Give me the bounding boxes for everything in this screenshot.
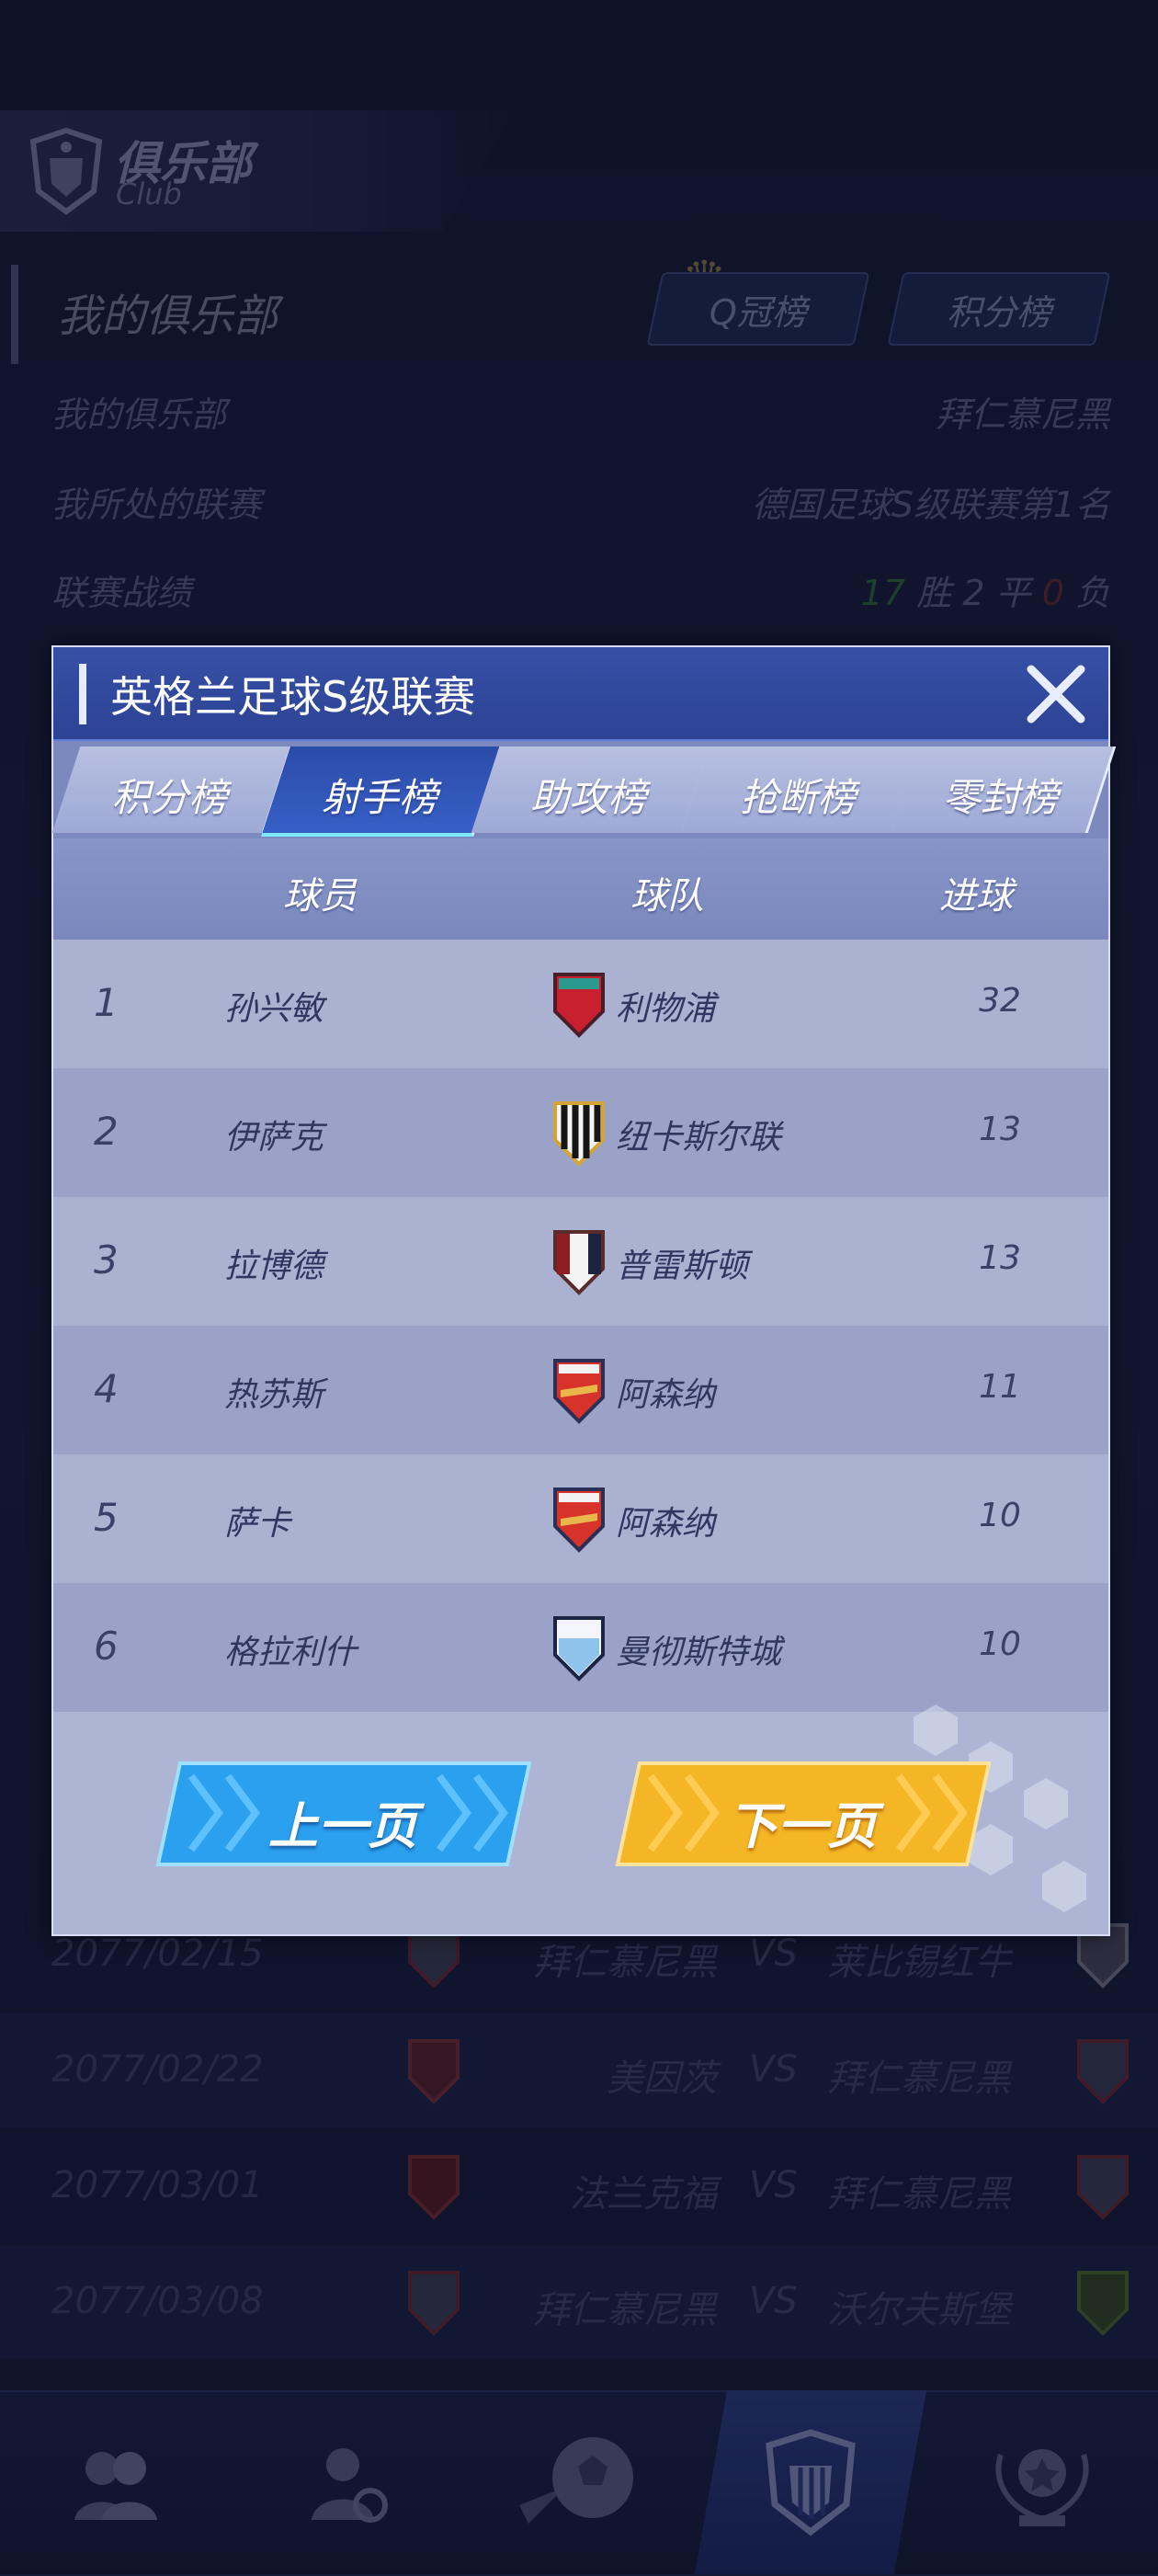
table-row[interactable]: 4 热苏斯 阿森纳 11 (53, 1326, 1108, 1454)
rank: 6 (94, 1624, 119, 1669)
tab-assists[interactable]: 助攻榜 (471, 747, 712, 833)
team-name: 纽卡斯尔联 (616, 1119, 782, 1157)
tab-scorers[interactable]: 射手榜 (261, 747, 503, 837)
close-icon[interactable] (1022, 660, 1090, 728)
table-header: 球员 球队 进球 (53, 838, 1108, 940)
tab-label: 积分榜 (111, 775, 228, 820)
goal-count: 32 (979, 982, 1021, 1020)
player-name: 格拉利什 (224, 1634, 358, 1671)
table-row[interactable]: 2 伊萨克 纽卡斯尔联 13 (53, 1068, 1108, 1197)
arsenal-crest-icon (553, 1487, 605, 1553)
next-page-button[interactable]: 下一页 (614, 1760, 991, 1868)
header-accent (79, 664, 86, 724)
goal-count: 10 (979, 1625, 1021, 1663)
rank: 2 (94, 1109, 119, 1154)
team-name: 阿森纳 (616, 1376, 716, 1414)
modal-header: 英格兰足球S级联赛 (53, 647, 1108, 741)
player-name: 拉博德 (224, 1248, 324, 1285)
man-city-crest-icon (553, 1616, 605, 1681)
next-page-label: 下一页 (728, 1797, 877, 1855)
team-name: 曼彻斯特城 (616, 1634, 782, 1671)
team-name: 普雷斯顿 (616, 1248, 749, 1285)
tab-label: 零封榜 (942, 775, 1059, 820)
tab-label: 助攻榜 (530, 775, 647, 820)
prev-page-label: 上一页 (268, 1797, 417, 1855)
goal-count: 11 (979, 1368, 1021, 1406)
tab-tackles[interactable]: 抢断榜 (680, 747, 922, 833)
ranking-tabs: 积分榜 射手榜 助攻榜 抢断榜 零封榜 (51, 741, 1117, 838)
column-player: 球员 (283, 875, 357, 918)
rank: 3 (94, 1237, 119, 1282)
column-goals: 进球 (939, 875, 1013, 918)
goal-count: 13 (979, 1111, 1021, 1148)
player-name: 孙兴敏 (224, 990, 324, 1028)
scorer-ranking-modal: 英格兰足球S级联赛 积分榜 射手榜 助攻榜 抢断榜 零封榜 球员 球队 进球 1… (51, 645, 1117, 1936)
player-name: 热苏斯 (224, 1376, 324, 1414)
arsenal-crest-icon (553, 1359, 605, 1424)
rank: 5 (94, 1495, 119, 1540)
tab-points[interactable]: 积分榜 (51, 747, 293, 833)
liverpool-crest-icon (553, 973, 605, 1038)
player-name: 伊萨克 (224, 1119, 324, 1157)
table-row[interactable]: 5 萨卡 阿森纳 10 (53, 1454, 1108, 1583)
newcastle-crest-icon (553, 1101, 605, 1167)
goal-count: 10 (979, 1497, 1021, 1534)
tab-label: 抢断榜 (740, 775, 857, 820)
prev-page-button[interactable]: 上一页 (154, 1760, 531, 1868)
goal-count: 13 (979, 1239, 1021, 1277)
player-name: 萨卡 (224, 1505, 291, 1543)
team-name: 阿森纳 (616, 1505, 716, 1543)
tab-label: 射手榜 (321, 775, 437, 820)
rank: 4 (94, 1366, 119, 1411)
preston-crest-icon (553, 1230, 605, 1295)
table-row[interactable]: 3 拉博德 普雷斯顿 13 (53, 1197, 1108, 1326)
team-name: 利物浦 (616, 990, 716, 1028)
column-team: 球队 (630, 875, 704, 918)
tab-clean-sheets[interactable]: 零封榜 (890, 747, 1117, 833)
rank: 1 (94, 980, 119, 1025)
table-row[interactable]: 1 孙兴敏 利物浦 32 (53, 940, 1108, 1068)
modal-title: 英格兰足球S级联赛 (110, 672, 476, 722)
